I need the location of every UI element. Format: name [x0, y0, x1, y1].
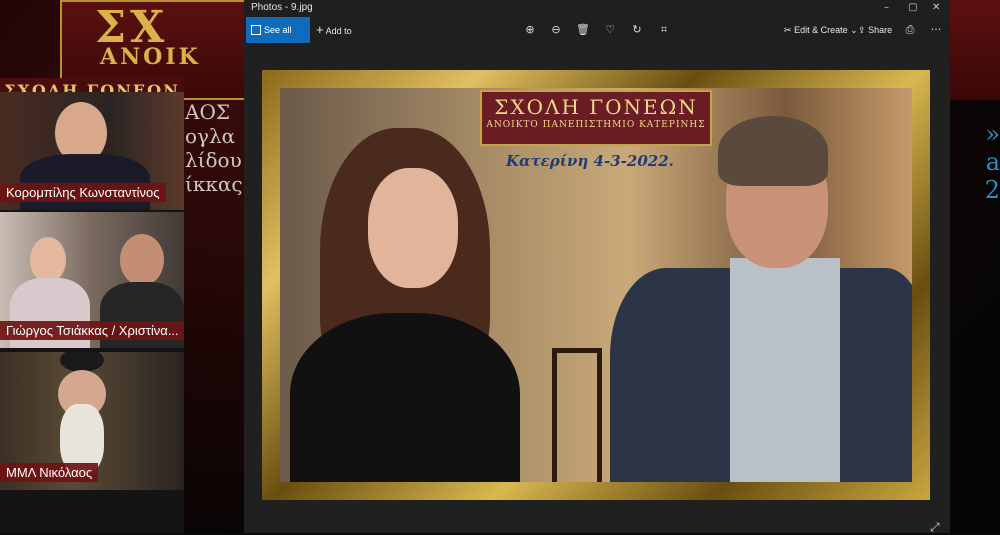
photo-image: ΣΧΟΛΗ ΓΟΝΕΩΝ ΑΝΟΙΚΤΟ ΠΑΝΕΠΙΣΤΗΜΙΟ ΚΑΤΕΡΙ…: [280, 88, 912, 482]
slide-text-line: 2: [984, 176, 1000, 204]
participant-name-tag: Γιώργος Τσιάκκας / Χριστίνα...: [0, 321, 184, 340]
man-hair: [718, 116, 828, 186]
photos-icon: [251, 25, 261, 35]
close-button[interactable]: ✕: [932, 2, 940, 13]
school-badge: ΣΧΟΛΗ ΓΟΝΕΩΝ ΑΝΟΙΚΤΟ ΠΑΝΕΠΙΣΤΗΜΙΟ ΚΑΤΕΡΙ…: [480, 90, 712, 146]
background-slide-text: ΑΟΣ ογλα λίδου ίκκας: [185, 100, 243, 196]
participant-hat: [60, 352, 104, 372]
participant-tile[interactable]: Κορομπίλης Κωνσταντίνος: [0, 92, 184, 210]
crop-icon[interactable]: ⌗: [658, 24, 670, 36]
slide-text-line: ΑΟΣ: [185, 100, 230, 124]
rotate-icon[interactable]: ↻: [631, 24, 643, 36]
participant-tile[interactable]: ΜΜΛ Νικόλαος: [0, 352, 184, 490]
slide-text-line: a: [985, 148, 1000, 176]
add-to-button[interactable]: + Add to: [316, 17, 352, 43]
minimize-button[interactable]: –: [884, 2, 889, 13]
plus-icon: +: [316, 22, 324, 37]
background-slide-text-right: » a 2: [955, 120, 1000, 204]
badge-title: ΣΧΟΛΗ ΓΟΝΕΩΝ: [494, 95, 698, 119]
share-icon: ⇪: [858, 25, 866, 35]
zoom-in-icon[interactable]: ⊕: [524, 24, 536, 36]
badge-subtitle: ΑΝΟΙΚΤΟ ΠΑΝΕΠΙΣΤΗΜΙΟ ΚΑΤΕΡΙΝΗΣ: [486, 120, 706, 130]
slide-text-line: ογλα: [185, 124, 236, 148]
photo-viewer[interactable]: ΣΧΟΛΗ ΓΟΝΕΩΝ ΑΝΟΙΚΤΟ ΠΑΝΕΠΙΣΤΗΜΙΟ ΚΑΤΕΡΙ…: [244, 44, 950, 534]
zoom-out-icon[interactable]: ⊖: [550, 24, 562, 36]
window-title: Photos - 9.jpg: [251, 2, 313, 13]
woman-face: [368, 168, 458, 288]
delete-icon[interactable]: 🗑: [576, 24, 590, 36]
maximize-button[interactable]: ▢: [908, 2, 917, 13]
participant-name-tag: Κορομπίλης Κωνσταντίνος: [0, 183, 166, 202]
add-to-label: Add to: [325, 26, 352, 36]
photo-date: Κατερίνη 4-3-2022.: [506, 152, 674, 170]
favorite-icon[interactable]: ♡: [604, 24, 616, 36]
see-all-photos-button[interactable]: See all photos: [246, 17, 310, 61]
slide-text-line: λίδου: [185, 148, 242, 172]
participant-tile[interactable]: Γιώργος Τσιάκκας / Χριστίνα...: [0, 212, 184, 348]
man-jacket: [610, 268, 750, 482]
share-label: Share: [868, 25, 893, 35]
participant-face: [120, 234, 164, 286]
print-icon[interactable]: ⎙: [904, 24, 916, 36]
edit-create-label: Edit & Create: [794, 25, 848, 35]
share-button[interactable]: ⇪ Share: [858, 17, 892, 43]
edit-icon: ✂: [784, 25, 792, 35]
chevron-down-icon: ⌄: [850, 25, 858, 35]
toolbar: See all photos + Add to ⊕ ⊖ 🗑 ♡ ↻ ⌗ ✂ Ed…: [244, 16, 950, 61]
slide-text-line: ίκκας: [185, 172, 243, 196]
man-shirt: [730, 258, 840, 482]
more-options-button[interactable]: ···: [930, 24, 942, 36]
participant-name-tag: ΜΜΛ Νικόλαος: [0, 463, 99, 482]
slide-text-line: »: [985, 120, 1000, 148]
background-banner-subtitle: ΑΝΟΙΚ: [100, 44, 201, 70]
participant-face: [30, 237, 66, 283]
edit-create-button[interactable]: ✂ Edit & Create ⌄: [784, 17, 858, 43]
chair: [552, 348, 602, 482]
photos-window: Photos - 9.jpg – ▢ ✕ See all photos + Ad…: [244, 0, 950, 534]
photo-frame: ΣΧΟΛΗ ΓΟΝΕΩΝ ΑΝΟΙΚΤΟ ΠΑΝΕΠΙΣΤΗΜΙΟ ΚΑΤΕΡΙ…: [262, 70, 930, 500]
woman-body: [290, 313, 520, 482]
title-bar[interactable]: Photos - 9.jpg – ▢ ✕: [244, 0, 950, 16]
